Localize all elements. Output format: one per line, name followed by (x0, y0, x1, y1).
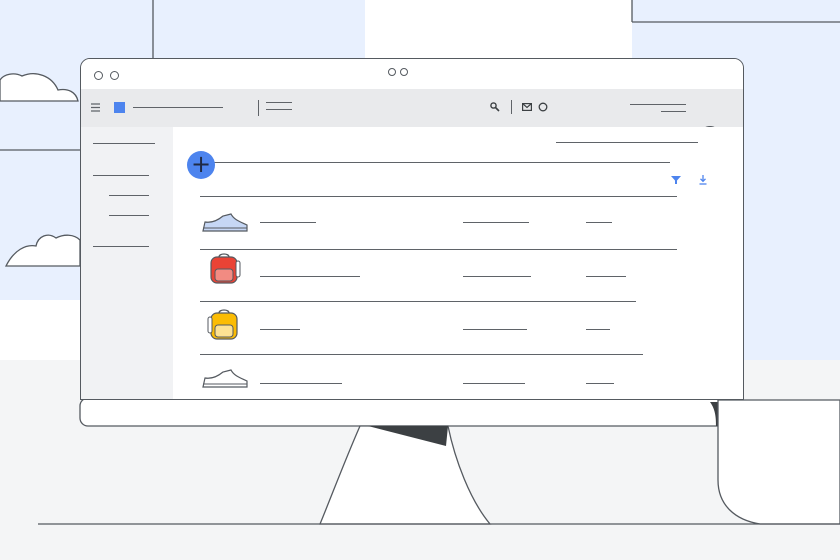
add-button[interactable]: + (187, 151, 215, 179)
header-text-line (556, 142, 698, 144)
product-price (586, 222, 612, 224)
row-divider (200, 249, 677, 251)
search-icon[interactable] (490, 102, 500, 112)
fab-divider (213, 162, 670, 164)
main-content (173, 127, 743, 399)
account-name-line (630, 104, 686, 106)
product-name (260, 276, 360, 278)
product-name (260, 383, 342, 385)
product-price (586, 383, 614, 385)
product-category (463, 383, 525, 385)
product-name (260, 222, 316, 224)
sidebar-item[interactable] (93, 246, 149, 248)
row-divider (200, 301, 636, 303)
product-category (463, 329, 527, 331)
toolbar-text-line (266, 102, 292, 104)
mail-icon[interactable] (522, 103, 532, 111)
hamburger-icon[interactable] (91, 103, 101, 112)
row-divider (200, 354, 643, 356)
title-bar (81, 59, 743, 89)
sidebar-item[interactable] (93, 143, 155, 145)
circle-icon[interactable] (538, 102, 548, 112)
red-backpack-icon (210, 253, 241, 284)
sidebar (81, 127, 173, 399)
square-logo-icon[interactable] (114, 102, 125, 113)
app-title-placeholder (133, 107, 223, 109)
table-header-divider (200, 196, 677, 198)
download-icon[interactable] (699, 175, 707, 185)
tab-dot-icon (388, 68, 396, 76)
yellow-backpack-icon (207, 309, 238, 340)
sidebar-subitem[interactable] (109, 215, 149, 217)
toolbar-text-line (266, 109, 292, 111)
product-price (586, 329, 610, 331)
window-control-close[interactable] (94, 71, 103, 80)
browser-window: + (80, 58, 744, 400)
sidebar-subitem[interactable] (109, 195, 149, 197)
toolbar-divider (258, 100, 260, 116)
tab-dot-icon (400, 68, 408, 76)
app-toolbar (81, 89, 743, 148)
product-name (260, 329, 300, 331)
account-email-line (661, 111, 686, 113)
product-price (586, 276, 626, 278)
product-category (463, 276, 531, 278)
filter-icon[interactable] (671, 176, 681, 184)
product-category (463, 222, 529, 224)
sneaker-icon (202, 213, 248, 232)
window-control-minimize[interactable] (110, 71, 119, 80)
sidebar-item[interactable] (93, 175, 149, 177)
toolbar-divider (511, 100, 513, 114)
sneaker-outline-icon (202, 369, 248, 388)
